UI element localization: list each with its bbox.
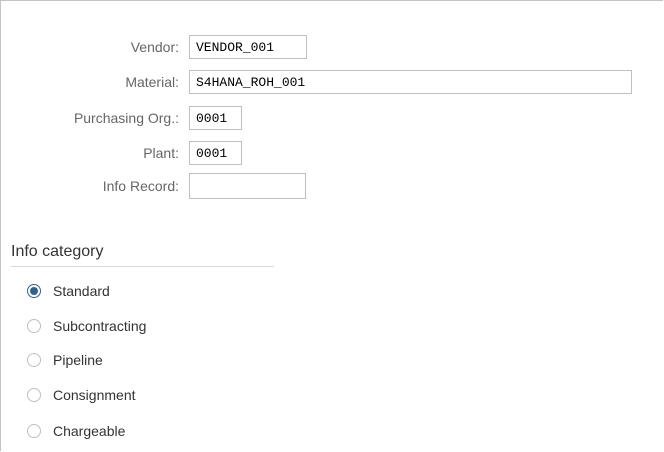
radio-label-standard: Standard — [53, 283, 110, 299]
vendor-label: Vendor: — [130, 39, 179, 55]
material-label: Material: — [125, 74, 179, 90]
plant-row: Plant: — [1, 141, 664, 165]
radio-pipeline[interactable]: Pipeline — [27, 350, 103, 370]
purchasing-org-row: Purchasing Org.: — [1, 106, 664, 130]
vendor-row: Vendor: — [1, 35, 664, 59]
info-record-label: Info Record: — [102, 178, 179, 194]
radio-label-consignment: Consignment — [53, 387, 136, 403]
radio-label-pipeline: Pipeline — [53, 352, 103, 368]
radio-unselected-icon[interactable] — [27, 319, 41, 333]
plant-input[interactable] — [189, 141, 242, 165]
plant-label: Plant: — [143, 145, 179, 161]
radio-unselected-icon[interactable] — [27, 353, 41, 367]
radio-label-subcontracting: Subcontracting — [53, 318, 147, 334]
radio-subcontracting[interactable]: Subcontracting — [27, 316, 146, 336]
radio-unselected-icon[interactable] — [27, 388, 41, 402]
vendor-input[interactable] — [189, 35, 307, 59]
purchasing-org-label: Purchasing Org.: — [73, 110, 179, 126]
material-row: Material: — [1, 70, 664, 94]
radio-chargeable[interactable]: Chargeable — [27, 421, 125, 441]
radio-label-chargeable: Chargeable — [53, 423, 126, 439]
material-input[interactable] — [189, 70, 632, 94]
info-record-row: Info Record: — [1, 173, 664, 199]
form-panel: Vendor: Material: Purchasing Org.: Plant… — [0, 0, 663, 451]
purchasing-org-input[interactable] — [189, 106, 242, 130]
info-category-title: Info category — [11, 243, 104, 260]
info-record-input[interactable] — [189, 173, 306, 199]
radio-consignment[interactable]: Consignment — [27, 385, 136, 405]
radio-selected-icon[interactable] — [27, 284, 41, 298]
radio-unselected-icon[interactable] — [27, 424, 41, 438]
section-divider — [11, 266, 274, 267]
radio-standard[interactable]: Standard — [27, 281, 110, 301]
